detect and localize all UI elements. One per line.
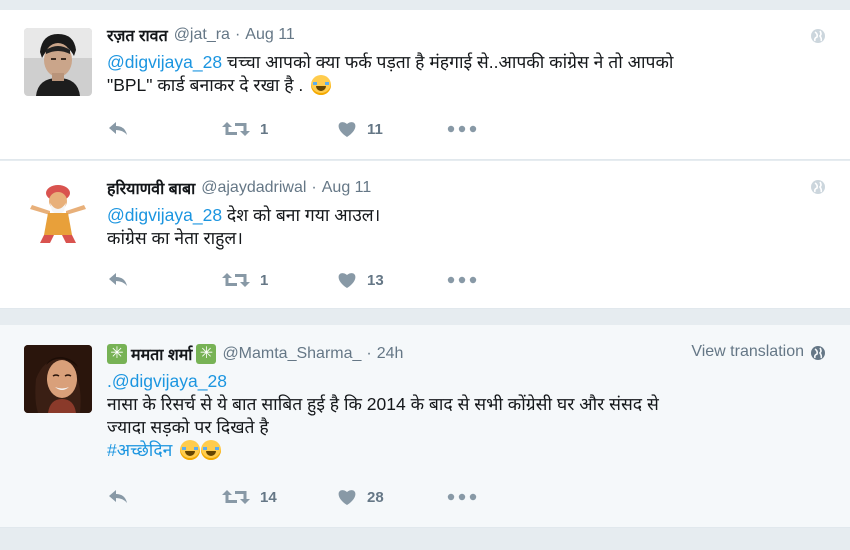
author-name[interactable]: रज़त रावत xyxy=(107,24,168,46)
tweet-actions: 14 28 xyxy=(107,488,477,506)
mention-link[interactable]: @digvijaya_28 xyxy=(107,52,222,72)
tweet-text-part: देश को बना गया आउल। xyxy=(222,205,381,225)
like-button[interactable]: 28 xyxy=(337,488,447,506)
view-translation-link[interactable]: View translation xyxy=(691,343,804,361)
sparkle-leaf-icon xyxy=(196,343,217,365)
more-icon xyxy=(447,493,477,501)
sparkle-leaf-icon xyxy=(107,343,127,365)
reply-button[interactable] xyxy=(107,120,222,138)
face-with-tears-of-joy-icon xyxy=(180,440,201,460)
author-handle[interactable]: @ajaydadriwal xyxy=(201,179,306,197)
tweet-feed: रज़त रावत @jat_ra · Aug 11 @digvijaya_28… xyxy=(0,0,850,550)
separator: · xyxy=(366,345,372,362)
tweet-text: @digvijaya_28 चच्चा आपको क्या फर्क पड़ता… xyxy=(107,51,826,97)
reply-icon xyxy=(109,122,127,135)
author-handle[interactable]: @Mamta_Sharma_ xyxy=(222,345,361,363)
avatar[interactable] xyxy=(24,179,92,247)
hashtag-link[interactable]: #अच्छेदिन xyxy=(107,440,172,460)
retweet-count: 14 xyxy=(260,488,277,506)
tweet[interactable]: ममता शर्मा @Mamta_Sharma_ · 24h .@digvij… xyxy=(0,325,850,528)
retweet-icon xyxy=(222,273,250,287)
tweet-content: हरियाणवी बाबा @ajaydadriwal · Aug 11 @di… xyxy=(107,177,826,250)
more-button[interactable] xyxy=(447,125,477,133)
retweet-button[interactable]: 14 xyxy=(222,488,337,506)
reply-icon xyxy=(109,273,127,286)
like-button[interactable]: 13 xyxy=(337,271,447,289)
like-button[interactable]: 11 xyxy=(337,120,447,138)
tweet-text-line: "BPL" कार्ड बनाकर दे रखा है . xyxy=(107,75,304,95)
reply-icon xyxy=(109,490,127,503)
author-name[interactable]: हरियाणवी बाबा xyxy=(107,177,195,199)
heart-icon xyxy=(338,273,356,288)
reply-button[interactable] xyxy=(107,271,222,289)
heart-icon xyxy=(338,490,356,505)
tweet-text-line: कांग्रेस का नेता राहुल। xyxy=(107,228,243,248)
retweet-button[interactable]: 1 xyxy=(222,271,337,289)
retweet-icon xyxy=(222,490,250,504)
tweet-text-part: चच्चा आपको क्या फर्क पड़ता है मंहगाई से.… xyxy=(222,52,674,72)
like-count: 28 xyxy=(367,488,384,506)
retweet-count: 1 xyxy=(260,271,269,289)
author-handle[interactable]: @jat_ra xyxy=(174,26,230,44)
like-count: 11 xyxy=(367,120,383,138)
timestamp[interactable]: 24h xyxy=(377,345,404,363)
tweet-header: हरियाणवी बाबा @ajaydadriwal · Aug 11 xyxy=(107,177,826,199)
retweet-button[interactable]: 1 xyxy=(222,120,337,138)
mention-link[interactable]: @digvijaya_28 xyxy=(107,205,222,225)
more-icon xyxy=(447,125,477,133)
tweet[interactable]: हरियाणवी बाबा @ajaydadriwal · Aug 11 @di… xyxy=(0,161,850,309)
globe-icon xyxy=(811,346,825,360)
like-count: 13 xyxy=(367,271,384,289)
tweet-text: @digvijaya_28 देश को बना गया आउल। कांग्र… xyxy=(107,204,826,250)
tweet-content: रज़त रावत @jat_ra · Aug 11 @digvijaya_28… xyxy=(107,24,826,97)
timestamp[interactable]: Aug 11 xyxy=(322,179,372,197)
timestamp[interactable]: Aug 11 xyxy=(245,26,295,44)
separator: · xyxy=(311,179,317,196)
face-with-tears-of-joy-icon xyxy=(201,440,222,460)
more-icon xyxy=(447,276,477,284)
avatar[interactable] xyxy=(24,345,92,413)
tweet-header: रज़त रावत @jat_ra · Aug 11 xyxy=(107,24,826,46)
heart-icon xyxy=(338,122,356,137)
face-with-tears-of-joy-icon xyxy=(311,75,332,95)
tweet-text: .@digvijaya_28 नासा के रिसर्च से ये बात … xyxy=(107,370,826,462)
globe-icon xyxy=(811,180,825,194)
mention-link[interactable]: @digvijaya_28 xyxy=(112,371,227,391)
more-button[interactable] xyxy=(447,276,477,284)
retweet-icon xyxy=(222,122,250,136)
globe-icon xyxy=(811,29,825,43)
separator: · xyxy=(234,26,241,43)
reply-button[interactable] xyxy=(107,488,222,506)
retweet-count: 1 xyxy=(260,120,269,138)
author-name[interactable]: ममता शर्मा xyxy=(131,343,192,365)
tweet[interactable]: रज़त रावत @jat_ra · Aug 11 @digvijaya_28… xyxy=(0,10,850,160)
tweet-text-line: ज्यादा सड़को पर दिखते है xyxy=(107,417,269,437)
avatar[interactable] xyxy=(24,28,92,96)
tweet-text-line: नासा के रिसर्च से ये बात साबित हुई है कि… xyxy=(107,394,659,414)
tweet-actions: 1 13 xyxy=(107,271,477,289)
tweet-actions: 1 11 xyxy=(107,120,477,138)
more-button[interactable] xyxy=(447,493,477,501)
